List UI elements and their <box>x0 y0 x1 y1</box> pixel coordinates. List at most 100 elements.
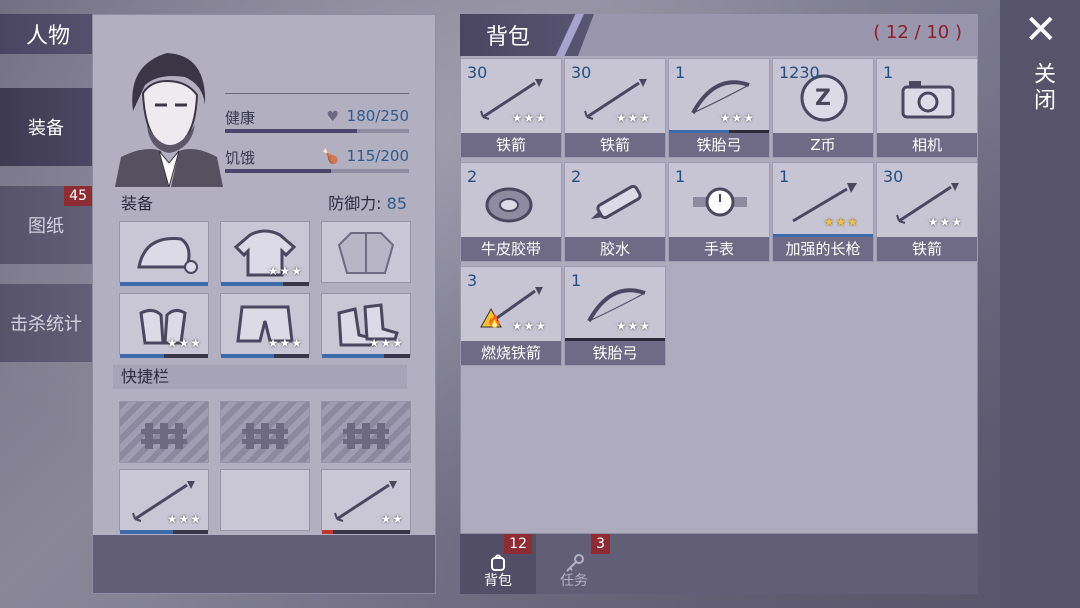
backpack-capacity: ( 12 / 10 ) <box>873 22 962 43</box>
defense-stat: 防御力: 85 <box>328 190 407 214</box>
quickbar-slot[interactable] <box>119 401 209 463</box>
durability-bar <box>322 530 410 534</box>
backpack-item[interactable]: 1 ★★★ 铁胎弓 <box>564 266 666 366</box>
health-bar-fill <box>225 129 358 133</box>
item-quantity: 30 <box>467 63 488 82</box>
item-name: 牛皮胶带 <box>461 237 561 261</box>
item-quantity: 1 <box>779 167 790 186</box>
tab-blueprints[interactable]: 图纸 45 <box>0 186 92 264</box>
backpack-item[interactable]: 1 手表 <box>668 162 770 262</box>
item-quantity: 2 <box>467 167 478 186</box>
item-name: 铁箭 <box>877 237 977 261</box>
star-rating: ★★★ <box>166 512 202 526</box>
hunger-bar-fill <box>225 169 331 173</box>
hunger-stat: 饥饿 🍗 115/200 <box>225 147 409 173</box>
blueprints-badge: 45 <box>64 186 92 206</box>
camera-icon <box>901 81 955 119</box>
backpack-item[interactable]: 🔥 3 ★★★ 燃烧铁箭 <box>460 266 562 366</box>
durability-bar <box>120 282 208 286</box>
backpack-item[interactable]: 1 ★★★ 加强的长枪 <box>772 162 874 262</box>
tab-equipment-label: 装备 <box>28 118 64 139</box>
item-name: 铁胎弓 <box>565 341 665 365</box>
backpack-tab-badge: 12 <box>504 534 532 554</box>
quickbar-slot[interactable] <box>321 401 411 463</box>
durability-bar <box>120 354 208 358</box>
character-portrait <box>115 53 223 187</box>
health-value: 180/250 <box>346 107 409 125</box>
item-quantity: 1 <box>571 271 582 290</box>
item-quantity: 1 <box>883 63 894 82</box>
equipment-section-label: 装备 <box>121 194 154 213</box>
stats-divider <box>225 93 409 94</box>
quickbar-header: 快捷栏 <box>113 365 407 389</box>
drumstick-icon: 🍗 <box>321 149 339 165</box>
hunger-value: 115/200 <box>346 147 409 165</box>
tab-equipment[interactable]: 装备 <box>0 88 92 166</box>
backpack-item[interactable]: Z 1230 Z币 <box>772 58 874 158</box>
quickbar-slot[interactable] <box>220 401 310 463</box>
hunger-label: 饥饿 <box>225 149 256 167</box>
backpack-item[interactable]: 30 ★★★ 铁箭 <box>876 162 978 262</box>
fence-icon <box>141 423 187 449</box>
item-quantity: 1 <box>675 167 686 186</box>
equipment-slot[interactable]: ★★★ <box>119 293 209 358</box>
close-strip[interactable]: ✕ 关闭 <box>1000 0 1080 608</box>
item-name: 加强的长枪 <box>773 237 873 261</box>
defense-value: 85 <box>386 194 407 213</box>
equipment-slot[interactable]: ★★★ <box>321 293 411 358</box>
tab-blueprints-label: 图纸 <box>28 216 64 237</box>
backpack-title: 背包 <box>460 14 594 56</box>
star-rating: ★★★ <box>719 111 755 125</box>
health-label: 健康 <box>225 109 256 127</box>
tab-kill-stats[interactable]: 击杀统计 <box>0 284 92 362</box>
star-rating: ★★ <box>380 512 404 526</box>
item-name: Z币 <box>773 133 873 157</box>
durability-bar-fill <box>120 354 164 358</box>
backpack-item[interactable]: 1 ★★★ 铁胎弓 <box>668 58 770 158</box>
quickbar-slot[interactable]: ★★ <box>321 469 411 534</box>
quickbar-slot[interactable]: ★★★ <box>119 469 209 534</box>
character-panel: 健康 ♥ 180/250 饥饿 🍗 115/200 装备 防御力: 85 快捷栏… <box>92 14 436 594</box>
close-icon[interactable]: ✕ <box>1024 10 1058 50</box>
item-name: 铁胎弓 <box>669 133 769 157</box>
item-quantity: 30 <box>883 167 904 186</box>
watch-icon <box>693 187 747 217</box>
durability-bar-fill <box>120 282 208 286</box>
character-bottom-band <box>93 535 435 593</box>
tab-quests[interactable]: 3 任务 <box>536 534 612 594</box>
tab-kill-stats-label: 击杀统计 <box>10 314 82 335</box>
jacket-icon <box>337 232 395 274</box>
backpack-item[interactable]: 30 ★★★ 铁箭 <box>460 58 562 158</box>
backpack-item[interactable]: 2 牛皮胶带 <box>460 162 562 262</box>
equipment-slot[interactable] <box>321 221 411 283</box>
close-label: 关闭 <box>1030 62 1055 114</box>
backpack-item[interactable]: 30 ★★★ 铁箭 <box>564 58 666 158</box>
item-name: 手表 <box>669 237 769 261</box>
item-quantity: 30 <box>571 63 592 82</box>
star-rating: ★★★ <box>511 111 547 125</box>
item-quantity: 1230 <box>779 63 820 82</box>
equipment-slot[interactable]: ★★★ <box>220 293 310 358</box>
svg-text:🔥: 🔥 <box>487 314 502 328</box>
defense-label: 防御力: <box>328 194 382 213</box>
equipment-slot[interactable] <box>119 221 209 286</box>
svg-text:Z: Z <box>815 86 831 111</box>
quickbar-slot[interactable] <box>220 469 310 531</box>
health-stat: 健康 ♥ 180/250 <box>225 107 409 133</box>
durability-bar <box>322 354 410 358</box>
tab-backpack[interactable]: 12 背包 <box>460 534 536 594</box>
health-bar <box>225 129 409 133</box>
item-name: 铁箭 <box>461 133 561 157</box>
item-name: 相机 <box>877 133 977 157</box>
star-rating: ★★★ <box>615 319 651 333</box>
star-rating: ★★★ <box>927 215 963 229</box>
duct-tape-icon <box>485 187 533 223</box>
backpack-item[interactable]: 1 相机 <box>876 58 978 158</box>
item-name: 燃烧铁箭 <box>461 341 561 365</box>
durability-bar <box>120 530 208 534</box>
durability-bar-fill <box>322 354 384 358</box>
backpack-item[interactable]: 2 胶水 <box>564 162 666 262</box>
durability-bar <box>221 282 309 286</box>
star-rating: ★★★ <box>511 319 547 333</box>
equipment-slot[interactable]: ★★★ <box>220 221 310 286</box>
